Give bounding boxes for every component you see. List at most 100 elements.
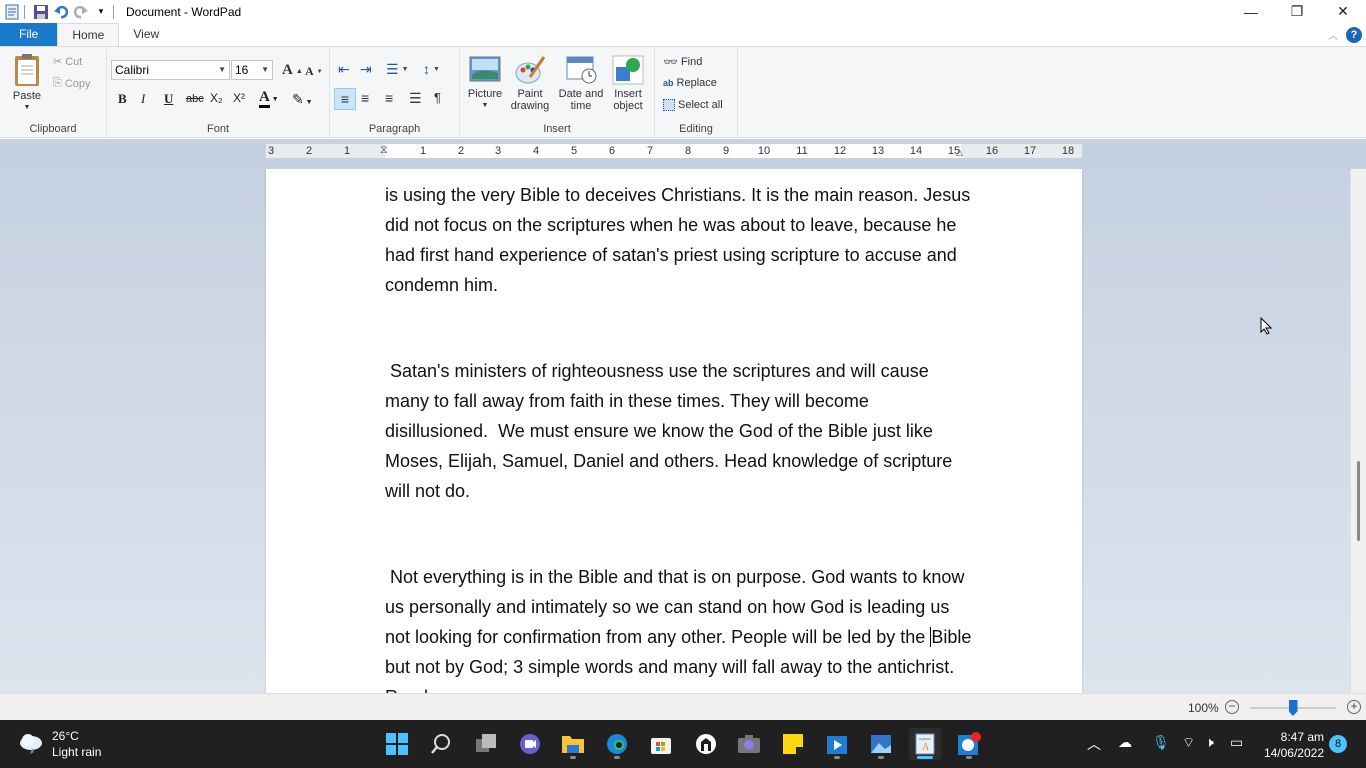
microphone-icon[interactable]: 🎙 xyxy=(1152,734,1170,751)
tab-home[interactable]: Home xyxy=(57,23,120,46)
sticky-notes-icon xyxy=(783,734,803,754)
weather-widget[interactable]: 26°C Light rain xyxy=(18,728,101,760)
replace-icon: ab xyxy=(663,78,674,88)
find-button[interactable]: 👓 Find xyxy=(663,55,702,69)
store-icon xyxy=(651,738,671,754)
font-size-select[interactable]: 16 ▼ xyxy=(231,60,273,80)
wordpad-app-icon[interactable] xyxy=(4,4,20,20)
camera-button[interactable] xyxy=(733,728,765,760)
scrollbar-thumb[interactable] xyxy=(1357,461,1360,541)
window-title: Document - WordPad xyxy=(126,4,242,19)
cut-button[interactable]: ✂ Cut xyxy=(53,55,82,69)
save-icon[interactable] xyxy=(33,4,49,20)
clock[interactable]: 8:47 am 14/06/2022 xyxy=(1258,729,1324,761)
select-all-button[interactable]: Select all xyxy=(663,99,723,111)
sticky-notes-button[interactable] xyxy=(777,728,809,760)
zoom-out-button[interactable]: − xyxy=(1225,700,1239,714)
show-hidden-icons-icon[interactable]: ︿ xyxy=(1087,734,1101,754)
ruler-tick: 8 xyxy=(684,145,692,157)
replace-button[interactable]: ab Replace xyxy=(663,77,717,89)
copy-button[interactable]: ⎘ Copy xyxy=(53,77,91,90)
undo-icon[interactable] xyxy=(53,4,69,20)
search-button[interactable] xyxy=(425,728,457,760)
text-color-button[interactable]: A ▼ xyxy=(259,89,279,108)
date-time-button[interactable]: Date and time xyxy=(556,55,606,112)
teams-chat-icon xyxy=(520,734,540,754)
justify-icon[interactable]: ☰ xyxy=(409,90,422,107)
zoom-slider-thumb[interactable] xyxy=(1288,700,1298,716)
teams-chat-button[interactable] xyxy=(514,728,546,760)
running-indicator xyxy=(614,756,620,759)
indent-marker[interactable]: ⧖ xyxy=(380,144,388,157)
running-indicator xyxy=(878,756,884,759)
paragraph-settings-icon[interactable]: ¶ xyxy=(434,90,441,105)
help-icon[interactable]: ? xyxy=(1346,26,1362,43)
microsoft-store-button[interactable] xyxy=(645,728,677,760)
redo-icon[interactable] xyxy=(73,4,89,20)
picture-button[interactable]: Picture ▼ xyxy=(465,55,505,112)
picture-icon xyxy=(469,56,501,82)
increase-indent-icon[interactable]: ⇥ xyxy=(360,61,372,78)
vertical-scrollbar[interactable] xyxy=(1350,169,1366,693)
media-player-icon xyxy=(827,736,847,754)
align-left-icon[interactable]: ≡ xyxy=(334,88,356,110)
minimize-button[interactable]: — xyxy=(1228,0,1274,23)
highlight-color-button[interactable]: ✎ ▼ xyxy=(292,91,313,108)
collapse-ribbon-icon[interactable]: ︿ xyxy=(1328,27,1338,42)
ruler-tick: 16 xyxy=(985,145,999,157)
onedrive-cloud-icon[interactable]: ☁ xyxy=(1118,734,1132,751)
bullet-list-icon[interactable]: ☰ ▼ xyxy=(386,61,409,78)
maximize-button[interactable]: ❐ xyxy=(1274,0,1320,23)
font-size-value: 16 xyxy=(235,63,249,77)
notification-badge[interactable]: 8 xyxy=(1329,735,1347,753)
align-center-icon[interactable]: ≡ xyxy=(361,90,369,106)
decrease-indent-icon[interactable]: ⇤ xyxy=(338,61,350,78)
app-notification-button[interactable] xyxy=(953,728,985,760)
paragraph[interactable]: Satan's ministers of righteousness use t… xyxy=(385,356,975,506)
line-spacing-icon[interactable]: ↕ ▼ xyxy=(423,61,440,77)
photos-button[interactable] xyxy=(865,728,897,760)
wifi-icon[interactable]: ⌔ xyxy=(1182,734,1195,752)
subscript-button[interactable]: X₂ xyxy=(210,91,223,105)
paragraph[interactable]: is using the very Bible to deceives Chri… xyxy=(385,180,975,300)
bold-button[interactable]: B xyxy=(118,91,127,107)
shrink-font-icon[interactable]: A ▼ xyxy=(305,64,323,79)
ruler[interactable]: 3 2 1 ⧖ 1 2 3 4 5 6 7 8 9 10 11 12 13 14… xyxy=(266,144,1082,158)
start-button[interactable] xyxy=(381,728,413,760)
insert-object-button[interactable]: Insert object xyxy=(608,55,648,112)
paste-dropdown-icon[interactable]: ▼ xyxy=(8,102,46,114)
edge-browser-button[interactable] xyxy=(601,728,633,760)
ruler-tick: 9 xyxy=(722,145,730,157)
tab-file[interactable]: File xyxy=(0,23,58,46)
paragraph[interactable]: Not everything is in the Bible and that … xyxy=(385,562,975,693)
superscript-button[interactable]: X² xyxy=(233,91,245,105)
media-player-button[interactable] xyxy=(821,728,853,760)
paste-button[interactable]: Paste ▼ xyxy=(8,53,46,114)
document-workspace: is using the very Bible to deceives Chri… xyxy=(0,169,1350,693)
right-indent-marker[interactable]: △ xyxy=(956,147,963,158)
close-button[interactable]: ✕ xyxy=(1320,0,1366,23)
grow-font-icon[interactable]: A ▲ xyxy=(282,62,303,79)
font-family-value: Calibri xyxy=(115,63,150,77)
ribbon-tabs: File Home View ︿ ? xyxy=(0,23,1366,46)
strikethrough-button[interactable]: abc xyxy=(186,93,204,105)
select-all-label: Select all xyxy=(678,99,723,111)
app-button[interactable] xyxy=(690,728,722,760)
paint-drawing-button[interactable]: Paint drawing xyxy=(508,55,552,112)
volume-icon[interactable]: 🕨 xyxy=(1205,734,1214,751)
font-family-select[interactable]: Calibri ▼ xyxy=(111,60,230,80)
zoom-in-button[interactable]: + xyxy=(1347,700,1361,714)
align-right-icon[interactable]: ≡ xyxy=(385,90,393,106)
underline-button[interactable]: U xyxy=(164,91,173,107)
wordpad-taskbar-button[interactable]: A xyxy=(909,728,941,760)
wordpad-icon: A xyxy=(915,733,935,755)
battery-icon[interactable]: ▭ xyxy=(1230,734,1243,751)
task-view-button[interactable] xyxy=(470,728,502,760)
file-explorer-button[interactable] xyxy=(557,728,589,760)
italic-button[interactable]: I xyxy=(141,91,145,107)
tab-view[interactable]: View xyxy=(119,23,173,46)
customize-quick-access-icon[interactable]: ▾ xyxy=(93,4,109,20)
paste-icon xyxy=(15,54,39,86)
ruler-tick: 1 xyxy=(343,145,351,157)
document-page[interactable]: is using the very Bible to deceives Chri… xyxy=(266,169,1082,693)
